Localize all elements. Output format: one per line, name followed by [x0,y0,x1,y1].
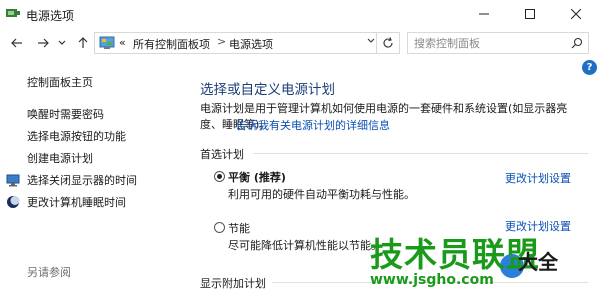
search-box[interactable] [407,32,589,54]
sidebar-item-create-plan[interactable]: 创建电源计划 [27,150,93,166]
breadcrumb-power-options[interactable]: 电源选项 [229,36,273,52]
sidebar-item-require-password[interactable]: 唤醒时需要密码 [27,106,104,122]
power-options-app-icon [6,9,20,17]
refresh-icon [383,37,393,48]
breadcrumb-all-control-panel-items[interactable]: 所有控制面板项 [133,36,210,52]
sidebar-item-power-button[interactable]: 选择电源按钮的功能 [27,128,126,144]
close-icon [571,9,581,19]
power-saver-plan-radio[interactable] [214,222,225,233]
navigation-row: « 所有控制面板项 > 电源选项 [0,28,599,58]
address-dropdown-icon[interactable] [367,38,375,44]
close-button[interactable] [553,0,599,28]
forward-button[interactable] [34,34,52,52]
radio-selected-dot [217,174,222,179]
page-title: 选择或自定义电源计划 [200,82,335,98]
control-panel-icon [99,36,115,49]
window-title: 电源选项 [26,9,75,23]
preferred-plans-label: 首选计划 [200,148,244,161]
recent-dropdown-icon [58,40,66,45]
sidebar-item-sleep-time[interactable]: 更改计算机睡眠时间 [27,194,126,210]
help-icon[interactable]: ? [582,60,597,75]
watermark-url: www.jsgho.com [370,272,494,288]
balanced-plan-description: 利用可用的硬件自动平衡功耗与性能。 [228,188,415,201]
balanced-plan-name[interactable]: 平衡 (推荐) [228,169,286,185]
breadcrumb-overflow[interactable]: « [119,36,126,49]
power-saver-plan-name[interactable]: 节能 [228,220,250,236]
title-bar: 电源选项 [0,0,599,28]
show-additional-plans-toggle[interactable]: 显示附加计划 [200,275,266,291]
site-watermark: 技术员联盟 大全 www.jsgho.com [370,228,599,295]
minimize-button[interactable] [461,0,507,28]
refresh-button[interactable] [376,33,399,53]
watermark-extra-text: 大全 [518,250,558,274]
sidebar-control-panel-home[interactable]: 控制面板主页 [27,74,93,90]
display-icon [6,174,20,187]
balanced-change-plan-settings-link[interactable]: 更改计划设置 [505,170,571,186]
sidebar-see-also-heading: 另请参阅 [27,266,71,279]
sidebar-item-display-off-time[interactable]: 选择关闭显示器的时间 [27,172,137,188]
up-button[interactable] [74,34,92,52]
power-saver-change-plan-settings-link[interactable]: 更改计划设置 [505,218,571,234]
power-plan-info-link[interactable]: 告诉我有关电源计划的详细信息 [236,117,390,133]
up-arrow-icon [78,37,88,48]
balanced-plan-radio[interactable] [214,171,225,182]
watermark-globe-logo [500,254,524,278]
power-saver-plan-description: 尽可能降低计算机性能以节能。 [228,239,382,252]
forward-arrow-icon [38,38,49,48]
additional-plans-divider [272,282,588,283]
watermark-main-text: 技术员联盟 [370,235,540,274]
back-arrow-icon [11,38,22,48]
minimize-icon [479,13,489,15]
back-button[interactable] [8,34,26,52]
moon-sleep-icon [7,196,20,208]
maximize-button[interactable] [507,0,553,28]
search-input[interactable] [414,35,564,51]
address-bar[interactable]: « 所有控制面板项 > 电源选项 [94,32,400,54]
maximize-icon [525,9,535,19]
breadcrumb-separator[interactable]: > [217,35,226,48]
preferred-plans-divider [253,153,588,154]
recent-locations-button[interactable] [56,34,68,52]
search-icon[interactable] [571,37,583,49]
